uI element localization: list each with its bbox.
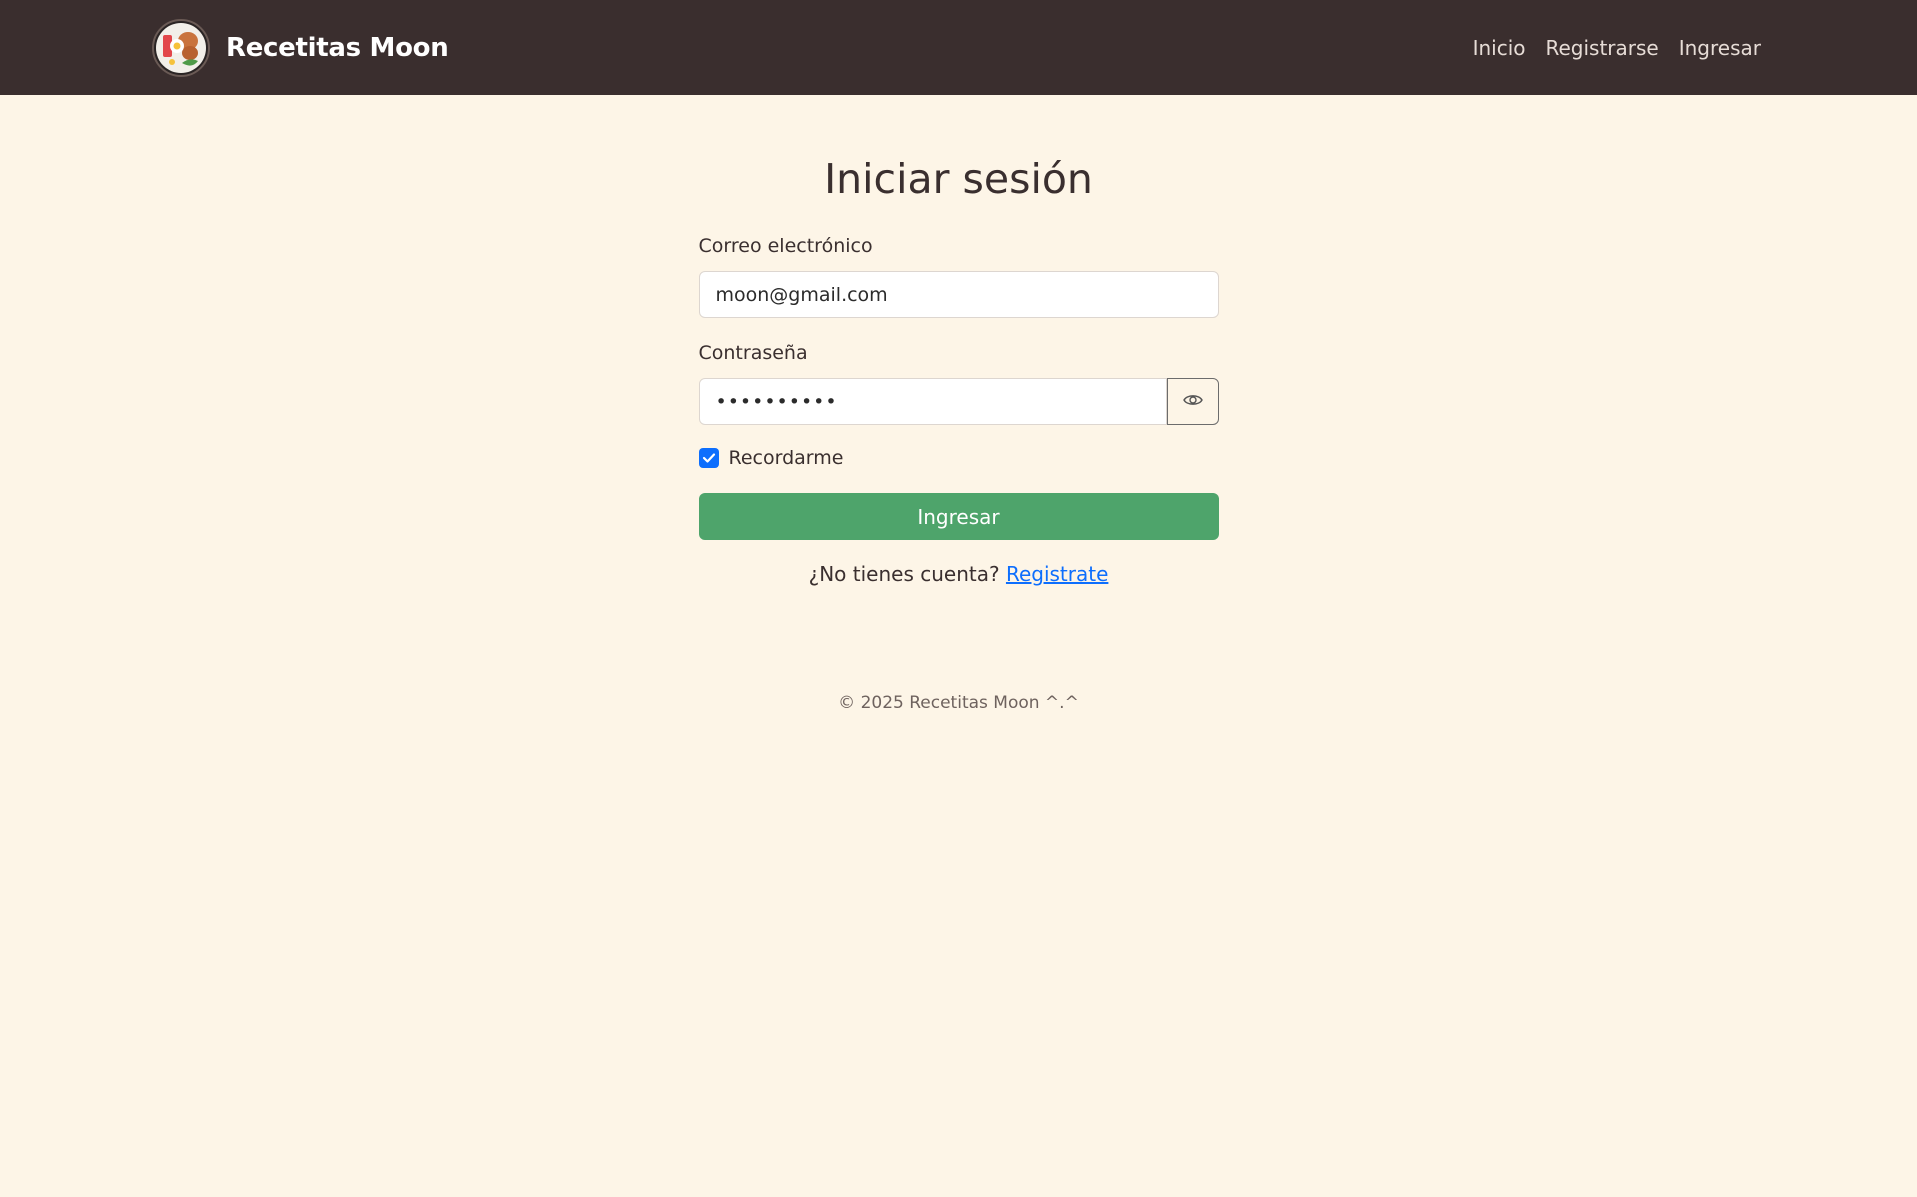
brand-name: Recetitas Moon bbox=[226, 32, 449, 63]
login-form: Iniciar sesión Correo electrónico Contra… bbox=[698, 95, 1219, 713]
footer: © 2025 Recetitas Moon ^.^ bbox=[699, 693, 1219, 713]
remember-label[interactable]: Recordarme bbox=[729, 447, 844, 469]
signup-prompt-text: ¿No tienes cuenta? bbox=[808, 562, 1000, 586]
remember-row: Recordarme bbox=[698, 447, 1219, 469]
password-group: Contraseña bbox=[698, 342, 1219, 425]
brand[interactable]: Recetitas Moon bbox=[152, 18, 449, 77]
email-group: Correo electrónico bbox=[698, 235, 1219, 318]
eye-icon bbox=[1182, 393, 1203, 410]
signup-prompt: ¿No tienes cuenta? Registrate bbox=[699, 562, 1219, 586]
logo-icon bbox=[152, 18, 210, 77]
checkmark-icon bbox=[702, 449, 716, 468]
password-field[interactable] bbox=[698, 378, 1167, 425]
nav-link-registrarse[interactable]: Registrarse bbox=[1545, 36, 1658, 60]
footer-text: © 2025 Recetitas Moon ^.^ bbox=[838, 693, 1079, 713]
signup-link[interactable]: Registrate bbox=[1006, 562, 1108, 586]
remember-checkbox[interactable] bbox=[698, 448, 719, 468]
nav-link-ingresar[interactable]: Ingresar bbox=[1679, 36, 1761, 60]
login-button[interactable]: Ingresar bbox=[698, 493, 1219, 540]
email-label: Correo electrónico bbox=[698, 235, 873, 257]
password-label: Contraseña bbox=[698, 342, 808, 364]
email-field[interactable] bbox=[698, 271, 1219, 318]
toggle-password-button[interactable] bbox=[1166, 378, 1219, 425]
password-row bbox=[698, 378, 1219, 425]
nav-links: Inicio Registrarse Ingresar bbox=[1473, 36, 1761, 60]
nav-link-inicio[interactable]: Inicio bbox=[1473, 36, 1526, 60]
navbar: Recetitas Moon Inicio Registrarse Ingres… bbox=[0, 0, 1917, 95]
page-title: Iniciar sesión bbox=[824, 155, 1093, 203]
